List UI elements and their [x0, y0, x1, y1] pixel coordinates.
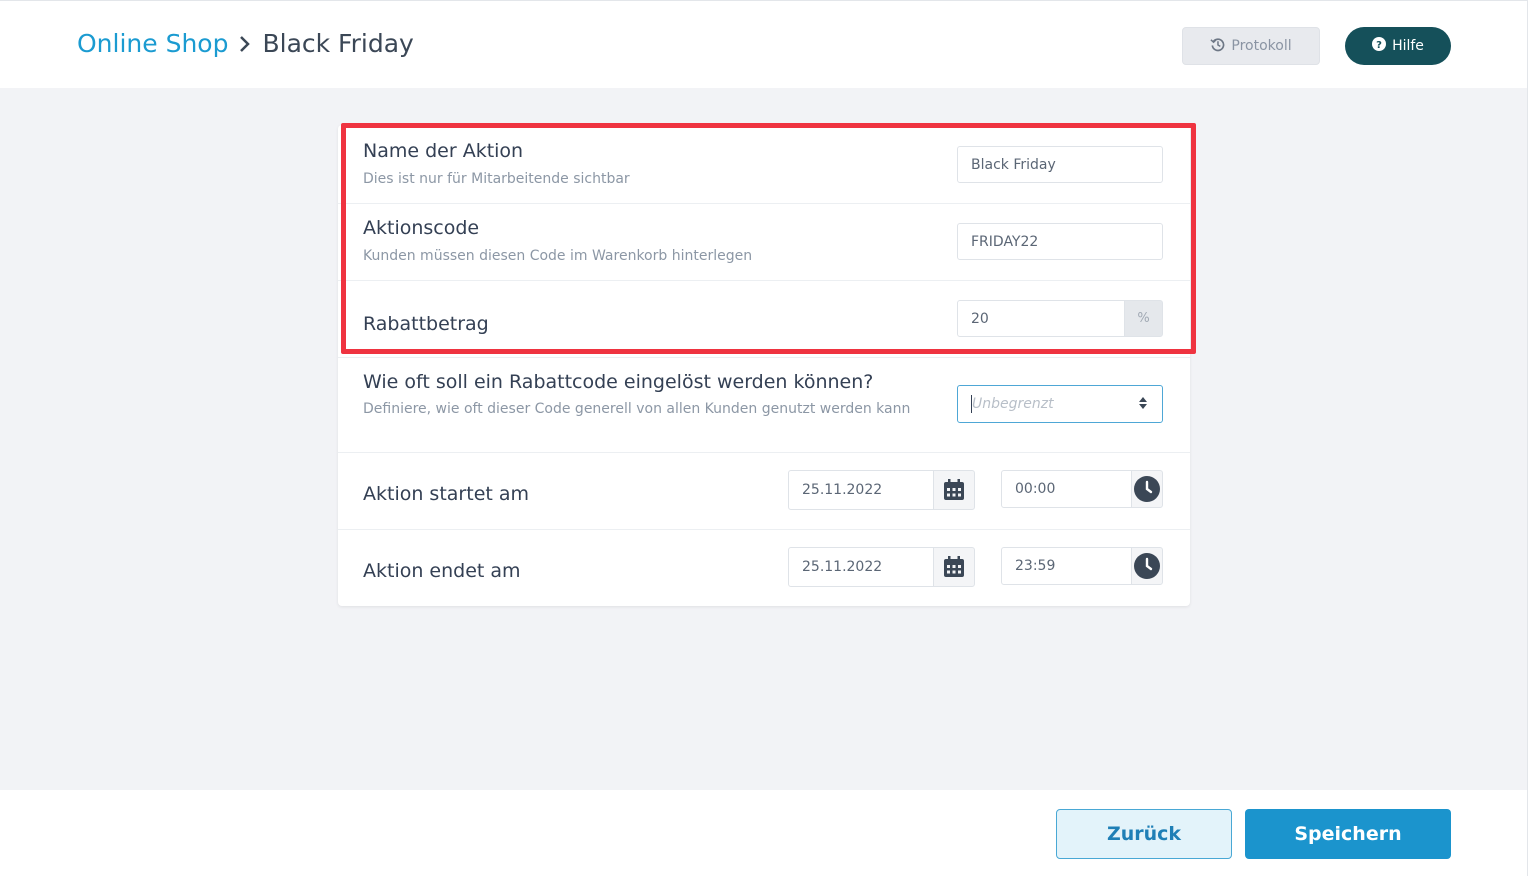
- hilfe-button[interactable]: ? Hilfe: [1345, 27, 1451, 65]
- breadcrumb: Online Shop Black Friday: [77, 29, 414, 58]
- hilfe-label: Hilfe: [1392, 38, 1424, 54]
- form-row-usage: Wie oft soll ein Rabattcode eingelöst we…: [338, 358, 1190, 453]
- name-input[interactable]: Black Friday: [957, 146, 1163, 183]
- page-footer: Zurück Speichern: [0, 790, 1528, 876]
- form-row-end: Aktion endet am 25.11.2022 23:59: [338, 530, 1190, 606]
- protokoll-label: Protokoll: [1231, 38, 1292, 54]
- history-icon: [1210, 37, 1225, 56]
- form-row-name: Name der Aktion Dies ist nur für Mitarbe…: [338, 125, 1190, 204]
- code-description: Kunden müssen diesen Code im Warenkorb h…: [363, 248, 753, 264]
- form-row-code: Aktionscode Kunden müssen diesen Code im…: [338, 204, 1190, 281]
- discount-label: Rabattbetrag: [363, 313, 489, 335]
- start-date-input[interactable]: 25.11.2022: [788, 470, 934, 510]
- form-row-start: Aktion startet am 25.11.2022 00:00: [338, 453, 1190, 530]
- clock-icon[interactable]: [1131, 547, 1163, 585]
- back-button[interactable]: Zurück: [1056, 809, 1232, 859]
- page-header: Online Shop Black Friday Protokoll ? Hil…: [0, 0, 1528, 88]
- discount-input[interactable]: 20: [957, 300, 1125, 337]
- name-description: Dies ist nur für Mitarbeitende sichtbar: [363, 171, 630, 187]
- promotion-form-card: Name der Aktion Dies ist nur für Mitarbe…: [338, 125, 1190, 606]
- calendar-icon[interactable]: [933, 547, 975, 587]
- start-label: Aktion startet am: [363, 483, 530, 505]
- usage-description: Definiere, wie oft dieser Code generell …: [363, 401, 911, 417]
- calendar-icon[interactable]: [933, 470, 975, 510]
- breadcrumb-online-shop-link[interactable]: Online Shop: [77, 29, 228, 58]
- usage-label: Wie oft soll ein Rabattcode eingelöst we…: [363, 371, 874, 393]
- name-label: Name der Aktion: [363, 140, 524, 162]
- clock-icon[interactable]: [1131, 470, 1163, 508]
- page-title: Black Friday: [262, 29, 414, 58]
- text-cursor: [971, 395, 972, 413]
- percent-addon: %: [1124, 300, 1163, 337]
- end-time-input[interactable]: 23:59: [1001, 547, 1132, 585]
- code-input[interactable]: FRIDAY22: [957, 223, 1163, 260]
- chevron-right-icon: [238, 35, 252, 53]
- code-label: Aktionscode: [363, 217, 480, 239]
- protokoll-button[interactable]: Protokoll: [1182, 27, 1320, 65]
- sort-icon[interactable]: [1138, 396, 1148, 414]
- save-button[interactable]: Speichern: [1245, 809, 1451, 859]
- svg-text:?: ?: [1376, 40, 1382, 51]
- usage-placeholder: Unbegrenzt: [972, 396, 1054, 412]
- end-date-input[interactable]: 25.11.2022: [788, 547, 934, 587]
- start-time-input[interactable]: 00:00: [1001, 470, 1132, 508]
- usage-select[interactable]: Unbegrenzt: [957, 385, 1163, 423]
- form-row-discount: Rabattbetrag 20 %: [338, 281, 1190, 358]
- end-label: Aktion endet am: [363, 560, 521, 582]
- question-circle-icon: ?: [1372, 37, 1387, 55]
